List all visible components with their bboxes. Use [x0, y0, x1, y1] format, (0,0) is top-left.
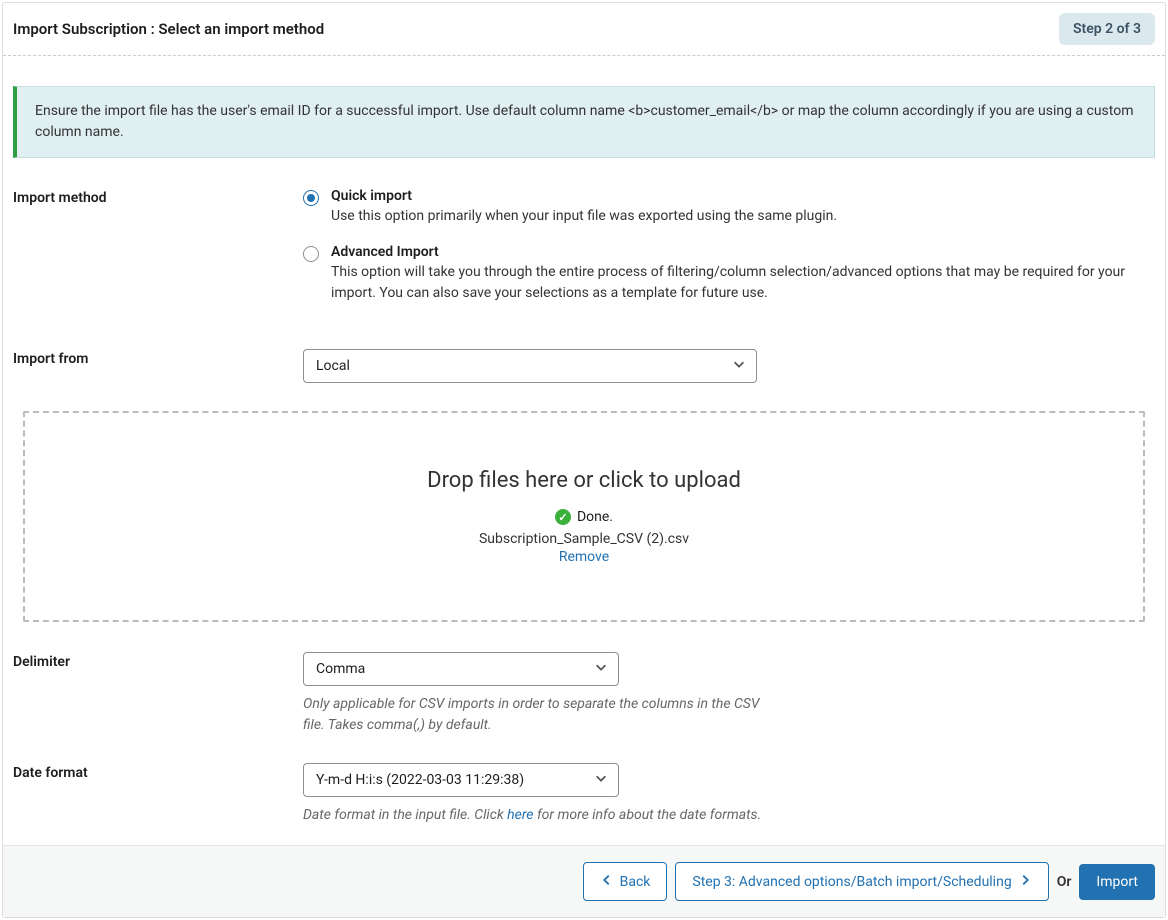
panel-body: Ensure the import file has the user's em…	[3, 56, 1165, 845]
email-notice: Ensure the import file has the user's em…	[13, 86, 1155, 158]
delimiter-label: Delimiter	[13, 652, 303, 670]
import-button[interactable]: Import	[1079, 864, 1155, 900]
import-method-row: Import method Quick import Use this opti…	[13, 188, 1155, 321]
or-separator: Or	[1057, 874, 1072, 890]
import-from-label: Import from	[13, 349, 303, 367]
import-method-label: Import method	[13, 188, 303, 206]
page-title: Import Subscription : Select an import m…	[13, 20, 324, 38]
delimiter-help: Only applicable for CSV imports in order…	[303, 694, 763, 735]
remove-file-link[interactable]: Remove	[45, 549, 1123, 565]
chevron-down-icon	[594, 660, 608, 678]
date-format-help-link[interactable]: here	[507, 807, 533, 823]
chevron-down-icon	[594, 771, 608, 789]
import-from-row: Import from Local	[13, 349, 1155, 383]
date-format-value: Y-m-d H:i:s (2022-03-03 11:29:38)	[316, 772, 524, 788]
import-from-value: Local	[316, 358, 350, 374]
chevron-right-icon	[1018, 873, 1032, 890]
back-button[interactable]: Back	[583, 862, 668, 901]
upload-status-text: Done.	[577, 509, 613, 525]
date-format-select[interactable]: Y-m-d H:i:s (2022-03-03 11:29:38)	[303, 763, 619, 797]
quick-import-radio[interactable]	[303, 190, 319, 206]
dropzone-title: Drop files here or click to upload	[45, 468, 1123, 493]
quick-import-option[interactable]: Quick import Use this option primarily w…	[303, 188, 1155, 226]
panel-header: Import Subscription : Select an import m…	[3, 3, 1165, 56]
date-format-row: Date format Y-m-d H:i:s (2022-03-03 11:2…	[13, 763, 1155, 825]
advanced-import-option[interactable]: Advanced Import This option will take yo…	[303, 244, 1155, 303]
upload-status-line: ✓ Done.	[555, 509, 613, 525]
import-method-options: Quick import Use this option primarily w…	[303, 188, 1155, 321]
file-dropzone[interactable]: Drop files here or click to upload ✓ Don…	[23, 411, 1145, 623]
step-indicator: Step 2 of 3	[1059, 13, 1155, 45]
delimiter-value: Comma	[316, 661, 365, 677]
quick-import-desc: Use this option primarily when your inpu…	[331, 206, 1155, 226]
advanced-import-radio[interactable]	[303, 246, 319, 262]
chevron-down-icon	[732, 357, 746, 375]
delimiter-row: Delimiter Comma Only applicable for CSV …	[13, 652, 1155, 735]
import-from-select[interactable]: Local	[303, 349, 757, 383]
chevron-left-icon	[600, 873, 614, 890]
advanced-import-desc: This option will take you through the en…	[331, 262, 1155, 303]
date-format-help: Date format in the input file. Click her…	[303, 805, 763, 825]
uploaded-filename: Subscription_Sample_CSV (2).csv	[45, 531, 1123, 547]
delimiter-select[interactable]: Comma	[303, 652, 619, 686]
panel-footer: Back Step 3: Advanced options/Batch impo…	[3, 845, 1165, 917]
advanced-import-title: Advanced Import	[331, 244, 1155, 260]
import-wizard-panel: Import Subscription : Select an import m…	[2, 2, 1166, 918]
check-circle-icon: ✓	[555, 509, 571, 525]
next-step-button[interactable]: Step 3: Advanced options/Batch import/Sc…	[675, 862, 1048, 901]
date-format-label: Date format	[13, 763, 303, 781]
quick-import-title: Quick import	[331, 188, 1155, 204]
